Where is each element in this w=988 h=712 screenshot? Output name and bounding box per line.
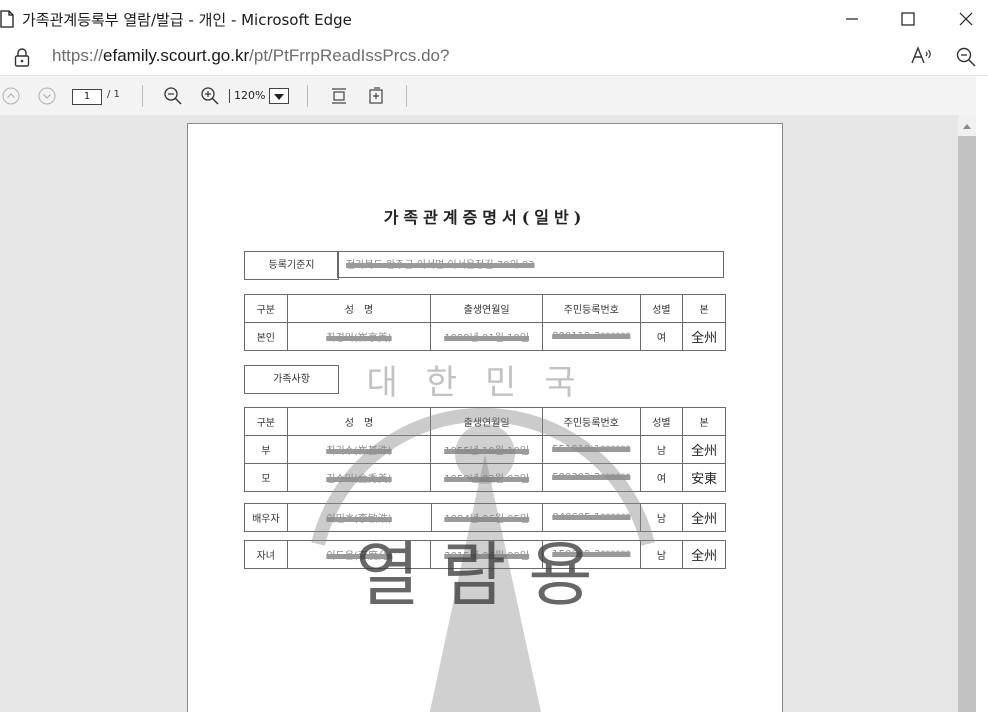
cell-id: 551010-1******	[541, 435, 641, 464]
close-icon	[959, 12, 973, 26]
zoom-dropdown[interactable]	[269, 88, 289, 104]
col-gender: 성별	[639, 407, 684, 436]
window-title: 가족관계등록부 열람/발급 - 개인 - Microsoft Edge	[22, 11, 352, 29]
redacted-birth: 1958년 03월 02일	[444, 474, 530, 485]
chevron-down-icon	[38, 87, 56, 105]
rotate-icon	[369, 87, 383, 104]
zoom-divider	[229, 89, 230, 103]
redacted-name: 최기수(崔基洙)	[326, 446, 392, 457]
url-host: efamily.scourt.go.kr	[103, 46, 250, 65]
cell-origin: 全州	[682, 322, 726, 351]
table-row: 부 최기수(崔基洙) 1955년 10월 10일 551010-1****** …	[244, 435, 726, 464]
family-label: 가족사항	[244, 365, 339, 394]
document-page: 가족관계증명서(일반) 등록기준지 전라북도 완주군 이서면 이서윤정길 70의…	[187, 123, 783, 712]
redacted-name: 최경미(崔京美)	[326, 333, 392, 344]
registry-label: 등록기준지	[244, 251, 339, 280]
pdf-toolbar: 1 / 1 120%	[0, 76, 977, 115]
cell-name: 최경미(崔京美)	[286, 322, 432, 351]
toolbar-divider	[406, 85, 407, 107]
redacted-birth: 1955년 10월 10일	[444, 446, 530, 457]
maximize-icon	[901, 12, 915, 26]
cell-origin: 安東	[682, 463, 726, 492]
col-id: 주민등록번호	[541, 407, 641, 436]
window-edge	[976, 76, 988, 712]
lock-icon[interactable]	[13, 47, 31, 67]
cell-id: 880119-2******	[541, 322, 641, 351]
self-table: 구분 성 명 출생연월일 주민등록번호 성별 본 본인 최경미(崔京美) 198…	[244, 294, 726, 351]
toolbar-divider	[142, 85, 143, 107]
registry-address: 전라북도 완주군 이서면 이서윤정길 70의 93	[346, 260, 535, 271]
next-page-button[interactable]	[36, 85, 58, 107]
cell-gender: 남	[639, 435, 684, 464]
cell-birth: 1988년 01월 19일	[430, 322, 543, 351]
pdf-viewer[interactable]: 가족관계증명서(일반) 등록기준지 전라북도 완주군 이서면 이서윤정길 70의…	[0, 115, 958, 712]
page-number-input[interactable]: 1	[72, 89, 102, 105]
redacted-name: 김수미(金秀美)	[326, 474, 392, 485]
fit-page-button[interactable]	[328, 85, 350, 107]
address-bar: https://efamily.scourt.go.kr/pt/PtFrrpRe…	[0, 38, 988, 76]
cell-id: 580302-2******	[541, 463, 641, 492]
cell-name: 김수미(金秀美)	[286, 463, 432, 492]
dropdown-arrow-icon	[274, 94, 284, 100]
cell-type: 본인	[244, 322, 288, 351]
toolbar-divider	[307, 85, 308, 107]
col-origin: 본	[682, 407, 726, 436]
table-row: 본인 최경미(崔京美) 1988년 01월 19일 880119-2******…	[244, 322, 726, 351]
col-birth: 출생연월일	[430, 294, 543, 323]
redacted-id: 880119-2******	[552, 331, 631, 342]
cell-origin: 全州	[682, 435, 726, 464]
read-aloud-icon[interactable]	[910, 46, 934, 66]
watermark-text: 열람용	[355, 534, 615, 616]
zoom-out-address-icon[interactable]	[955, 46, 977, 68]
document-title: 가족관계증명서(일반)	[383, 208, 587, 227]
table-row: 모 김수미(金秀美) 1958년 03월 02일 580302-2****** …	[244, 463, 726, 492]
url-field[interactable]: https://efamily.scourt.go.kr/pt/PtFrrpRe…	[52, 46, 449, 66]
col-origin: 본	[682, 294, 726, 323]
scroll-up-icon[interactable]	[962, 122, 972, 130]
chevron-up-icon	[2, 87, 20, 105]
col-gender: 성별	[639, 294, 684, 323]
zoom-in-button[interactable]	[199, 85, 221, 107]
cell-type: 모	[244, 463, 288, 492]
previous-page-button[interactable]	[0, 85, 22, 107]
cell-gender: 여	[639, 322, 684, 351]
scrollbar-thumb[interactable]	[958, 136, 976, 712]
redacted-birth: 1988년 01월 19일	[444, 333, 530, 344]
minimize-button[interactable]	[824, 0, 880, 38]
zoom-out-icon	[164, 87, 182, 105]
rotate-page-button[interactable]	[365, 85, 387, 107]
registry-value: 전라북도 완주군 이서면 이서윤정길 70의 93	[337, 251, 724, 278]
url-path: /pt/PtFrrpReadIssPrcs.do?	[249, 46, 450, 65]
maximize-button[interactable]	[880, 0, 936, 38]
family-table: 구분 성 명 출생연월일 주민등록번호 성별 본 부 최기수(崔基洙) 1955…	[244, 407, 726, 492]
page-total: / 1	[107, 89, 120, 100]
title-bar: 가족관계등록부 열람/발급 - 개인 - Microsoft Edge	[0, 0, 988, 38]
col-id: 주민등록번호	[541, 294, 641, 323]
zoom-level[interactable]: 120%	[234, 89, 265, 102]
col-name: 성 명	[286, 294, 432, 323]
col-name: 성 명	[286, 407, 432, 436]
table-header-row: 구분 성 명 출생연월일 주민등록번호 성별 본	[244, 407, 726, 436]
col-type: 구분	[244, 294, 288, 323]
col-birth: 출생연월일	[430, 407, 543, 436]
url-scheme: https://	[52, 46, 104, 65]
cell-type: 부	[244, 435, 288, 464]
fit-page-icon	[332, 88, 346, 104]
zoom-in-icon	[201, 87, 219, 105]
document-icon	[0, 10, 14, 28]
close-button[interactable]	[938, 0, 988, 38]
col-type: 구분	[244, 407, 288, 436]
watermark-seal-text: 대한민국	[366, 363, 603, 403]
table-header-row: 구분 성 명 출생연월일 주민등록번호 성별 본	[244, 294, 726, 323]
redacted-id: 551010-1******	[552, 444, 631, 455]
redacted-id: 580302-2******	[552, 472, 631, 483]
cell-gender: 여	[639, 463, 684, 492]
minimize-icon	[846, 18, 858, 20]
cell-name: 최기수(崔基洙)	[286, 435, 432, 464]
cell-birth: 1958년 03월 02일	[430, 463, 543, 492]
cell-birth: 1955년 10월 10일	[430, 435, 543, 464]
zoom-out-button[interactable]	[162, 85, 184, 107]
